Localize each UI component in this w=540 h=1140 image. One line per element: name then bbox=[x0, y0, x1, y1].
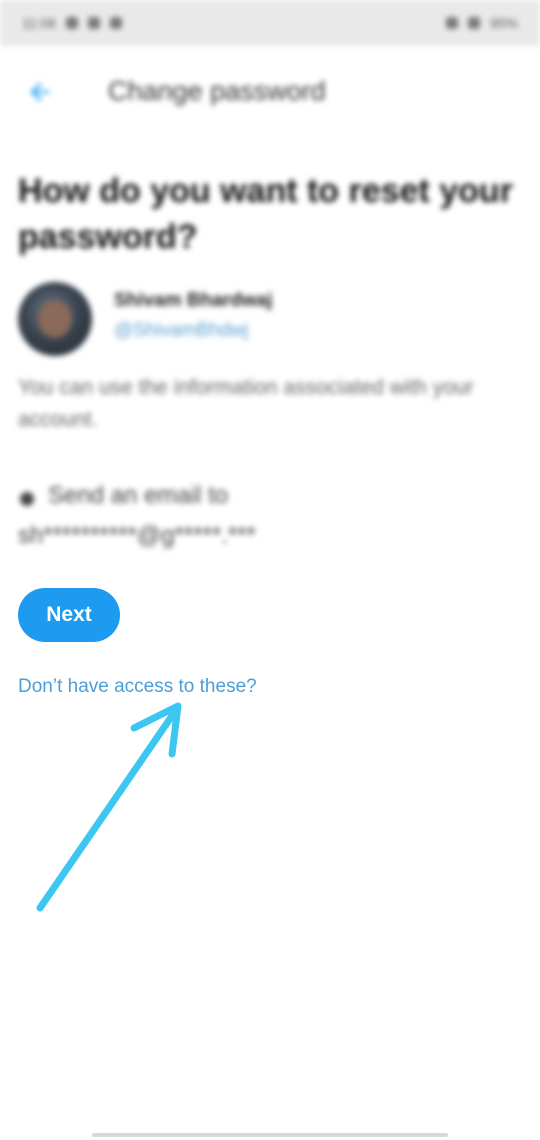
settings-icon bbox=[110, 17, 122, 29]
status-time: 11:06 bbox=[22, 15, 56, 31]
status-right: 95% bbox=[445, 15, 518, 31]
screen: 11:06 95% Change password How do you wan… bbox=[0, 0, 540, 1140]
app-icon bbox=[88, 17, 100, 29]
arrow-left-icon bbox=[30, 82, 50, 102]
radio-selected-icon[interactable] bbox=[20, 492, 34, 506]
home-indicator bbox=[92, 1133, 448, 1137]
status-left: 11:06 bbox=[22, 15, 122, 31]
notification-icon bbox=[66, 17, 78, 29]
info-text: You can use the information associated w… bbox=[18, 376, 474, 431]
user-handle: @ShivamBhdwj bbox=[114, 320, 249, 341]
signal-icon bbox=[467, 17, 480, 29]
avatar-face bbox=[38, 300, 72, 338]
account-profile: Shivam Bhardwaj @ShivamBhdwj bbox=[18, 282, 528, 356]
reset-heading: How do you want to reset your password? bbox=[18, 172, 513, 256]
battery-level: 95% bbox=[489, 15, 518, 31]
user-name: Shivam Bhardwaj bbox=[114, 290, 273, 311]
avatar bbox=[18, 282, 92, 356]
back-button[interactable] bbox=[22, 74, 58, 110]
app-bar: Change password bbox=[0, 58, 540, 122]
option-email: sh**********@g*****.*** bbox=[18, 522, 256, 549]
status-bar: 11:06 95% bbox=[0, 0, 540, 46]
no-access-link[interactable]: Don’t have access to these? bbox=[18, 676, 257, 698]
page-title: Change password bbox=[108, 76, 326, 106]
option-label: Send an email to bbox=[48, 482, 229, 509]
next-button[interactable]: Next bbox=[18, 588, 120, 642]
wifi-icon bbox=[445, 17, 458, 29]
